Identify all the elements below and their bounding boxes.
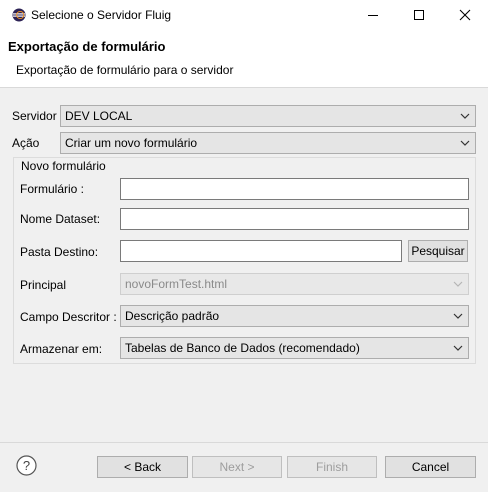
maximize-icon xyxy=(414,10,424,20)
group-title: Novo formulário xyxy=(19,159,108,173)
servidor-select[interactable]: DEV LOCAL xyxy=(60,105,476,127)
minimize-icon xyxy=(368,15,378,16)
footer-separator xyxy=(0,442,488,443)
campo-descritor-value: Descrição padrão xyxy=(125,309,220,323)
close-button[interactable] xyxy=(442,0,488,30)
chevron-down-icon xyxy=(453,313,463,319)
campo-descritor-select[interactable]: Descrição padrão xyxy=(120,305,469,327)
minimize-button[interactable] xyxy=(350,0,396,30)
nome-dataset-label: Nome Dataset: xyxy=(20,212,101,226)
chevron-down-icon xyxy=(453,281,463,287)
formulario-label: Formulário : xyxy=(20,182,85,196)
chevron-down-icon xyxy=(460,113,470,119)
pasta-destino-input[interactable] xyxy=(120,240,402,262)
nome-dataset-input[interactable] xyxy=(120,208,469,230)
armazenar-em-label: Armazenar em: xyxy=(20,342,103,356)
back-button[interactable]: < Back xyxy=(97,456,188,478)
acao-label: Ação xyxy=(12,136,40,150)
servidor-value: DEV LOCAL xyxy=(65,109,133,123)
formulario-input[interactable] xyxy=(120,178,469,200)
armazenar-em-value: Tabelas de Banco de Dados (recomendado) xyxy=(125,341,360,355)
chevron-down-icon xyxy=(453,345,463,351)
next-button[interactable]: Next > xyxy=(192,456,282,478)
acao-value: Criar um novo formulário xyxy=(65,136,198,150)
principal-select: novoFormTest.html xyxy=(120,273,469,295)
chevron-down-icon xyxy=(460,140,470,146)
campo-descritor-label: Campo Descritor : xyxy=(20,310,117,324)
acao-select[interactable]: Criar um novo formulário xyxy=(60,132,476,154)
pasta-destino-label: Pasta Destino: xyxy=(20,245,99,259)
cancel-button[interactable]: Cancel xyxy=(385,456,476,478)
servidor-label: Servidor xyxy=(12,109,57,123)
armazenar-em-select[interactable]: Tabelas de Banco de Dados (recomendado) xyxy=(120,337,469,359)
maximize-button[interactable] xyxy=(396,0,442,30)
finish-button[interactable]: Finish xyxy=(287,456,377,478)
principal-label: Principal xyxy=(20,278,67,292)
window-title: Selecione o Servidor Fluig xyxy=(31,8,172,22)
principal-value: novoFormTest.html xyxy=(125,277,228,291)
eclipse-app-icon xyxy=(12,8,26,22)
close-icon xyxy=(459,9,471,21)
svg-text:?: ? xyxy=(23,458,30,473)
page-subtitle: Exportação de formulário para o servidor xyxy=(16,63,234,77)
page-title: Exportação de formulário xyxy=(8,39,166,54)
pesquisar-button[interactable]: Pesquisar xyxy=(408,240,468,262)
help-icon[interactable]: ? xyxy=(16,455,37,476)
